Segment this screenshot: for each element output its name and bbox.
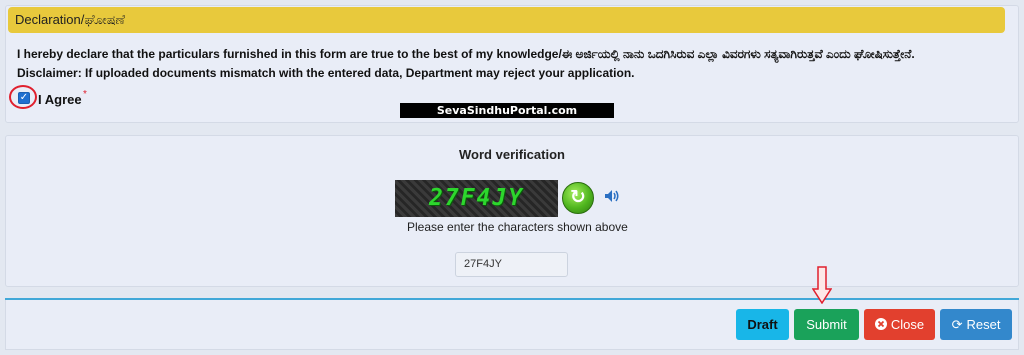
required-marker: * [83,89,87,100]
draft-button[interactable]: Draft [736,309,789,340]
agree-label: I Agree [38,92,82,107]
speaker-icon[interactable] [604,189,622,205]
refresh-icon: ⟳ [951,317,963,332]
refresh-icon[interactable]: ↻ [562,182,594,214]
captcha-input[interactable]: 27F4JY [455,252,568,277]
reset-button-label: Reset [966,317,1001,332]
verification-title: Word verification [459,147,565,162]
agree-checkbox[interactable]: ✓ [18,92,30,104]
captcha-image: 27F4JY [395,180,558,217]
close-circle-icon [874,309,887,340]
close-button[interactable]: Close [864,309,935,340]
submit-button[interactable]: Submit [794,309,859,340]
declaration-header: Declaration/ಘೋಷಣೆ [8,7,1005,33]
annotation-arrow-icon [812,266,832,304]
captcha-hint: Please enter the characters shown above [407,220,628,234]
speaker-icon-graphic [605,190,619,202]
declaration-text: I hereby declare that the particulars fu… [17,47,915,61]
watermark-banner: SevaSindhuPortal.com [400,103,614,118]
close-button-label: Close [890,317,925,332]
disclaimer-text: Disclaimer: If uploaded documents mismat… [17,66,635,80]
reset-button[interactable]: ⟳ Reset [940,309,1012,340]
